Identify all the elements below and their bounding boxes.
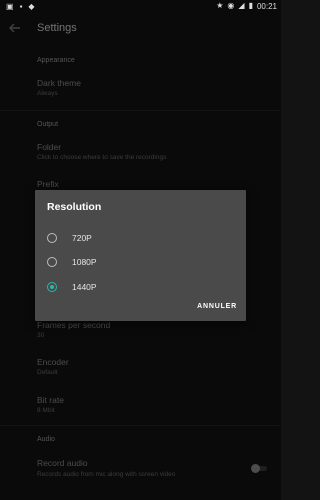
option-label: 720P [72,233,92,243]
radio-option-1440p[interactable]: 1440P [47,278,237,296]
dialog-title: Resolution [47,201,102,213]
signal-icon: ◢ [238,1,245,10]
wifi-icon: ◉ [227,1,235,10]
status-time: 00:21 [256,1,277,11]
lock-icon: ▪ [19,2,23,11]
radio-option-1080p[interactable]: 1080P [47,253,237,271]
status-bar: ▣ ▪ ◆ ★ ◉ ◢ ▮ 00:21 [0,0,281,13]
radio-option-720p[interactable]: 720P [47,229,237,247]
radio-button-selected[interactable] [47,282,57,292]
photo-icon: ▣ [6,2,14,11]
cancel-button[interactable]: ANNULER [197,303,237,310]
option-label: 1440P [72,282,97,292]
option-label: 1080P [72,257,97,267]
radio-button[interactable] [47,233,57,243]
radio-button[interactable] [47,257,57,267]
star-icon: ★ [216,1,224,10]
shield-icon: ◆ [28,2,35,11]
resolution-dialog: Resolution 720P 1080P 1440P ANNULER [35,190,246,321]
battery-icon: ▮ [248,1,253,10]
